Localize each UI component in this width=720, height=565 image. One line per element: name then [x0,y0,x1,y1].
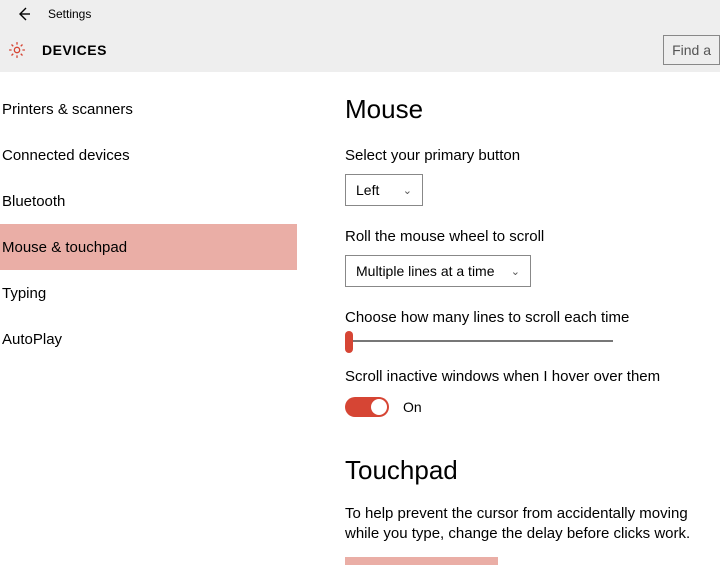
sidebar-item-mouse-touchpad[interactable]: Mouse & touchpad [0,224,297,270]
chevron-down-icon: ⌄ [403,184,412,197]
search-placeholder: Find a [672,42,711,58]
mouse-heading: Mouse [345,94,720,125]
gear-icon [6,39,28,61]
lines-slider[interactable] [345,340,613,342]
inactive-state: On [403,399,422,415]
lines-label: Choose how many lines to scroll each tim… [345,309,720,326]
sidebar-item-autoplay[interactable]: AutoPlay [0,316,297,362]
slider-thumb[interactable] [345,331,353,353]
inactive-label: Scroll inactive windows when I hover ove… [345,368,720,385]
sidebar-item-printers[interactable]: Printers & scanners [0,86,297,132]
inactive-toggle[interactable] [345,397,389,417]
scroll-mode-dropdown[interactable]: Multiple lines at a time ⌄ [345,255,531,287]
touchpad-delay-dropdown[interactable]: No delay (always on) [345,557,498,565]
touchpad-heading: Touchpad [345,455,720,486]
toggle-knob [371,399,387,415]
search-input[interactable]: Find a [663,35,720,65]
sidebar: Printers & scanners Connected devices Bl… [0,72,297,565]
sidebar-item-bluetooth[interactable]: Bluetooth [0,178,297,224]
scroll-mode-label: Roll the mouse wheel to scroll [345,228,720,245]
sidebar-item-connected[interactable]: Connected devices [0,132,297,178]
touchpad-desc: To help prevent the cursor from accident… [345,504,720,545]
back-button[interactable] [12,2,36,26]
content-pane: Mouse Select your primary button Left ⌄ … [297,72,720,565]
primary-button-label: Select your primary button [345,147,720,164]
chevron-down-icon: ⌄ [511,265,520,278]
primary-button-dropdown[interactable]: Left ⌄ [345,174,423,206]
window-title: Settings [48,7,91,21]
sidebar-item-typing[interactable]: Typing [0,270,297,316]
header-section: DEVICES [42,42,107,58]
